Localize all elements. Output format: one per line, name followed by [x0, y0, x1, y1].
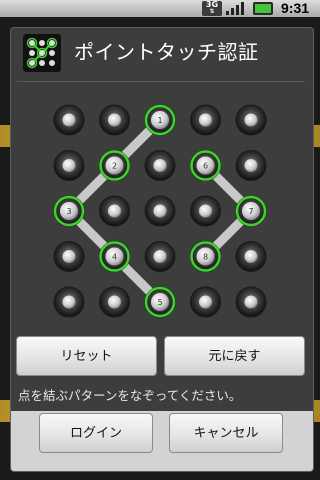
pattern-dot[interactable] — [235, 104, 267, 136]
pattern-dot[interactable] — [144, 195, 176, 227]
status-bar: 3G ⇅ 9:31 — [0, 0, 320, 17]
network-3g-icon: 3G ⇅ — [202, 1, 222, 16]
pattern-dot[interactable] — [53, 286, 85, 318]
pattern-dot-selected[interactable]: 4 — [99, 241, 130, 272]
pattern-dot[interactable] — [235, 241, 267, 272]
pattern-dot-order: 3 — [66, 207, 71, 216]
instruction-text: 点を結ぶパターンをなぞってください。 — [18, 388, 242, 403]
pattern-dot[interactable] — [53, 104, 85, 136]
pattern-dot[interactable] — [53, 241, 85, 272]
undo-button[interactable]: 元に戻す — [164, 336, 305, 376]
pattern-dot-selected[interactable]: 7 — [235, 195, 267, 227]
reset-button[interactable]: リセット — [16, 336, 157, 376]
pattern-dot-selected[interactable]: 2 — [99, 150, 130, 181]
header-divider — [17, 81, 305, 82]
pattern-lock-icon — [23, 34, 61, 72]
pattern-dot-selected[interactable]: 3 — [53, 195, 85, 227]
pattern-dot-order: 7 — [248, 207, 253, 216]
dialog-title: ポイントタッチ認証 — [74, 40, 259, 64]
cancel-button[interactable]: キャンセル — [169, 413, 283, 453]
pattern-dot[interactable] — [235, 150, 267, 181]
pattern-canvas[interactable]: 1 2 6 3 7 4 8 5 — [11, 98, 313, 343]
pattern-dot[interactable] — [190, 286, 221, 318]
pattern-dot-order: 1 — [157, 116, 162, 125]
pattern-dot-selected[interactable]: 1 — [144, 104, 176, 136]
pattern-dot[interactable] — [190, 195, 221, 227]
pattern-dot[interactable] — [144, 150, 176, 181]
pattern-dot[interactable] — [235, 286, 267, 318]
pattern-dot[interactable] — [99, 286, 130, 318]
pattern-dot-order: 4 — [112, 253, 117, 262]
dialog-header: ポイントタッチ認証 — [11, 28, 313, 80]
pattern-dot[interactable] — [99, 195, 130, 227]
signal-strength-icon — [226, 2, 246, 15]
pattern-dot-selected[interactable]: 6 — [190, 150, 221, 181]
pattern-dot-order: 6 — [203, 162, 208, 171]
dialog-footer: ログイン キャンセル — [11, 411, 313, 471]
pattern-dot[interactable] — [99, 104, 130, 136]
pattern-dot[interactable] — [144, 241, 176, 272]
pattern-dot[interactable] — [190, 104, 221, 136]
pattern-dot-order: 5 — [157, 298, 162, 307]
pattern-dot-selected[interactable]: 5 — [144, 286, 176, 318]
status-clock: 9:31 — [281, 0, 310, 16]
pattern-dot[interactable] — [53, 150, 85, 181]
battery-charging-icon — [253, 2, 273, 15]
pattern-dot-selected[interactable]: 8 — [190, 241, 221, 272]
pattern-grid[interactable]: 1 2 6 3 7 4 8 5 — [11, 98, 313, 343]
pattern-auth-dialog: ポイントタッチ認証 1 2 6 3 7 4 8 5 リセット 元に戻す 点を結ぶパターンをなぞ… — [10, 27, 314, 472]
pattern-dot-order: 2 — [112, 162, 117, 171]
pattern-dot-order: 8 — [203, 253, 208, 262]
login-button[interactable]: ログイン — [39, 413, 153, 453]
